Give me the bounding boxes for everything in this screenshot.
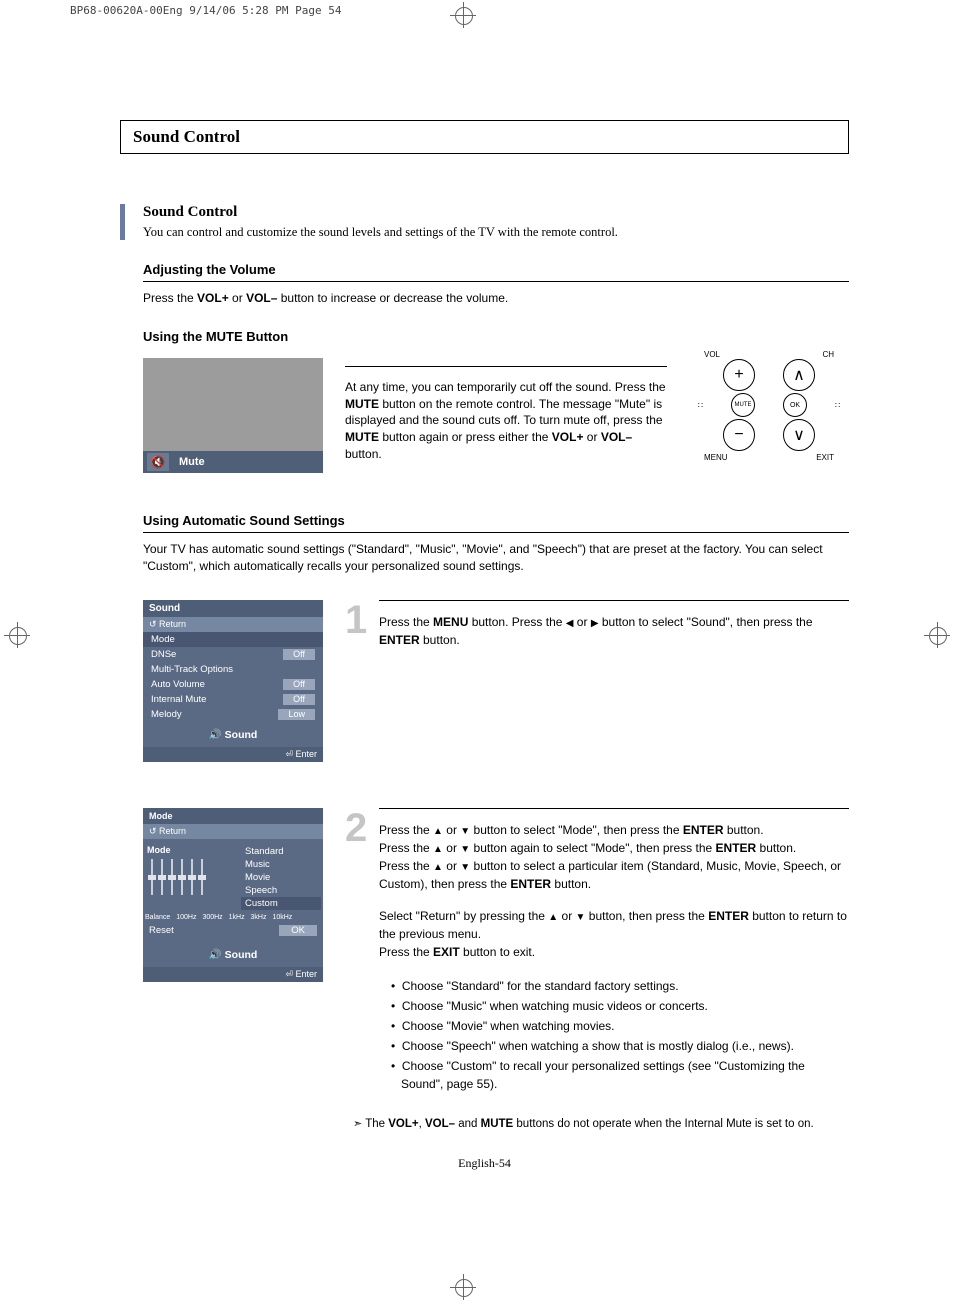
page-footer: English-54	[120, 1156, 849, 1171]
ch-down-icon: ∨	[783, 419, 815, 451]
menu-enter-mode: ⏎ Enter	[143, 967, 323, 982]
adjusting-volume-text: Press the VOL+ or VOL– button to increas…	[143, 290, 849, 307]
menu-title: Sound	[143, 600, 323, 617]
note-icon: ➣	[353, 1118, 362, 1130]
down-arrow-icon: ▼	[460, 824, 470, 839]
adjusting-volume-heading: Adjusting the Volume	[143, 262, 849, 282]
section-title: Sound Control	[143, 204, 618, 221]
accent-bar	[120, 204, 125, 240]
mute-heading: Using the MUTE Button	[143, 329, 849, 348]
crop-mark-icon	[450, 1274, 476, 1300]
sound-menu-screenshot: Sound ↺ Return Mode DNSeOff Multi-Track …	[143, 600, 323, 762]
mute-icon: 🔇	[147, 453, 169, 471]
speaker-icon: 🔊	[209, 949, 222, 961]
mode-menu-screenshot: Mode ↺ Return Mode	[143, 808, 323, 1095]
ok-button-icon: OK	[783, 393, 807, 417]
mode-bullet-list: • Choose "Standard" for the standard fac…	[379, 977, 849, 1093]
mute-screenshot: 🔇 Mute	[143, 358, 323, 473]
mute-banner: 🔇 Mute	[143, 451, 323, 473]
section-intro: You can control and customize the sound …	[143, 225, 618, 240]
menu-return-mode: ↺ Return	[143, 824, 323, 839]
up-arrow-icon: ▲	[433, 824, 443, 839]
auto-sound-intro: Your TV has automatic sound settings ("S…	[143, 541, 849, 575]
vol-plus-icon: +	[723, 359, 755, 391]
mute-button-icon: MUTE	[731, 393, 755, 417]
menu-return: ↺ Return	[143, 617, 323, 632]
ch-up-icon: ∧	[783, 359, 815, 391]
menu-title-mode: Mode	[143, 808, 323, 824]
vol-minus-icon: −	[723, 419, 755, 451]
crop-mark-icon	[4, 622, 30, 648]
page-title: Sound Control	[120, 120, 849, 154]
step-2-text: Press the ▲ or ▼ button to select "Mode"…	[379, 808, 849, 1095]
auto-sound-heading: Using Automatic Sound Settings	[143, 513, 849, 533]
speaker-icon: 🔊	[209, 729, 222, 741]
remote-illustration: VOLCH + ∧ ∷ MUTE OK ∷ − ∨ MENUEXIT	[689, 358, 849, 453]
crop-mark-icon	[924, 622, 950, 648]
mute-banner-label: Mute	[179, 456, 205, 468]
mute-paragraph: At any time, you can temporarily cut off…	[345, 366, 667, 473]
step-number-2: 2	[345, 808, 375, 1095]
crop-mark-icon	[450, 2, 476, 28]
step-1-text: Press the MENU button. Press the ◀ or ▶ …	[379, 600, 849, 762]
right-arrow-icon: ▶	[591, 616, 599, 631]
print-crop-info: BP68-00620A-00Eng 9/14/06 5:28 PM Page 5…	[70, 4, 342, 17]
internal-mute-note: ➣ The VOL+, VOL– and MUTE buttons do not…	[143, 1117, 849, 1130]
menu-enter: ⏎ Enter	[143, 747, 323, 762]
step-number-1: 1	[345, 600, 375, 762]
